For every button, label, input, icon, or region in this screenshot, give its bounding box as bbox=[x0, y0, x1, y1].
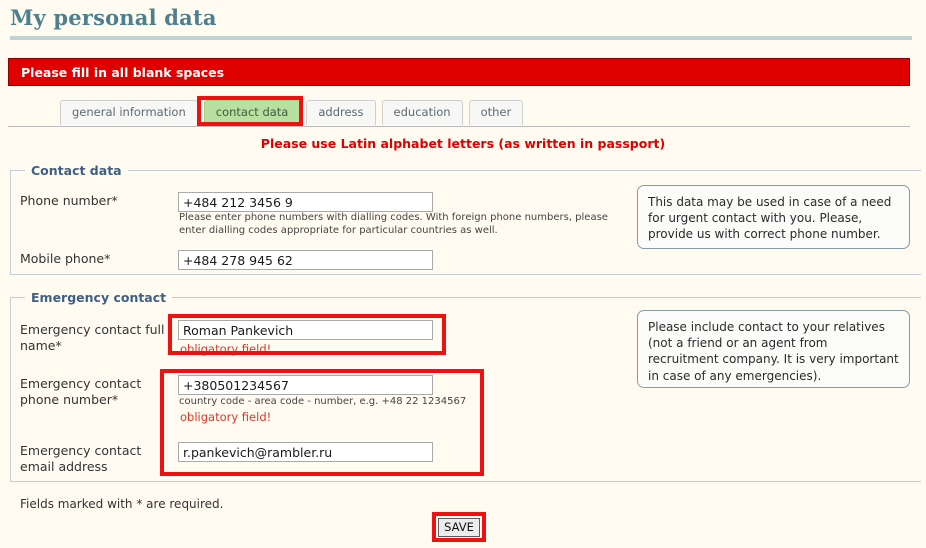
emergency-phone-input[interactable] bbox=[178, 375, 433, 395]
tab-other[interactable]: other bbox=[468, 100, 524, 125]
tab-label: other bbox=[480, 105, 512, 119]
alert-banner-text: Please fill in all blank spaces bbox=[21, 64, 225, 80]
phone-number-hint: Please enter phone numbers with dialling… bbox=[179, 212, 608, 236]
emergency-email-label: Emergency contact email address bbox=[20, 443, 142, 474]
phone-number-input[interactable] bbox=[178, 192, 433, 212]
tab-label: address bbox=[318, 105, 364, 119]
tab-address[interactable]: address bbox=[306, 100, 376, 125]
tab-baseline bbox=[8, 126, 910, 127]
phone-number-label: Phone number* bbox=[20, 193, 118, 208]
page-title: My personal data bbox=[10, 5, 217, 30]
emergency-full-name-label: Emergency contact full name* bbox=[20, 322, 165, 353]
tab-label: education bbox=[393, 105, 451, 119]
emergency-contact-legend: Emergency contact bbox=[31, 290, 167, 305]
tab-contact-data[interactable]: contact data bbox=[203, 100, 301, 125]
required-fields-note: Fields marked with * are required. bbox=[20, 497, 224, 511]
emergency-full-name-input[interactable] bbox=[178, 320, 433, 340]
emergency-phone-label: Emergency contact phone number* bbox=[20, 376, 142, 407]
emergency-phone-error: obligatory field! bbox=[180, 410, 272, 424]
latin-alphabet-notice: Please use Latin alphabet letters (as wr… bbox=[260, 136, 666, 151]
tab-list: general information contact data address… bbox=[60, 100, 524, 125]
emergency-phone-hint: country code - area code - number, e.g. … bbox=[179, 396, 467, 407]
tab-general-information[interactable]: general information bbox=[60, 100, 198, 125]
phone-info-callout: This data may be used in case of a need … bbox=[637, 185, 910, 249]
tab-education[interactable]: education bbox=[381, 100, 463, 125]
contact-data-legend: Contact data bbox=[31, 163, 122, 178]
tab-label: contact data bbox=[215, 105, 289, 119]
emergency-info-callout: Please include contact to your relatives… bbox=[637, 310, 910, 388]
mobile-phone-input[interactable] bbox=[178, 250, 433, 270]
tab-label: general information bbox=[72, 105, 186, 119]
emergency-email-input[interactable] bbox=[178, 442, 433, 462]
alert-banner: Please fill in all blank spaces bbox=[8, 58, 910, 86]
emergency-full-name-error: obligatory field! bbox=[180, 342, 272, 356]
tab-bar: general information contact data address… bbox=[0, 96, 926, 128]
title-divider bbox=[10, 36, 912, 40]
mobile-phone-label: Mobile phone* bbox=[20, 251, 111, 266]
save-button[interactable]: SAVE bbox=[438, 518, 480, 537]
